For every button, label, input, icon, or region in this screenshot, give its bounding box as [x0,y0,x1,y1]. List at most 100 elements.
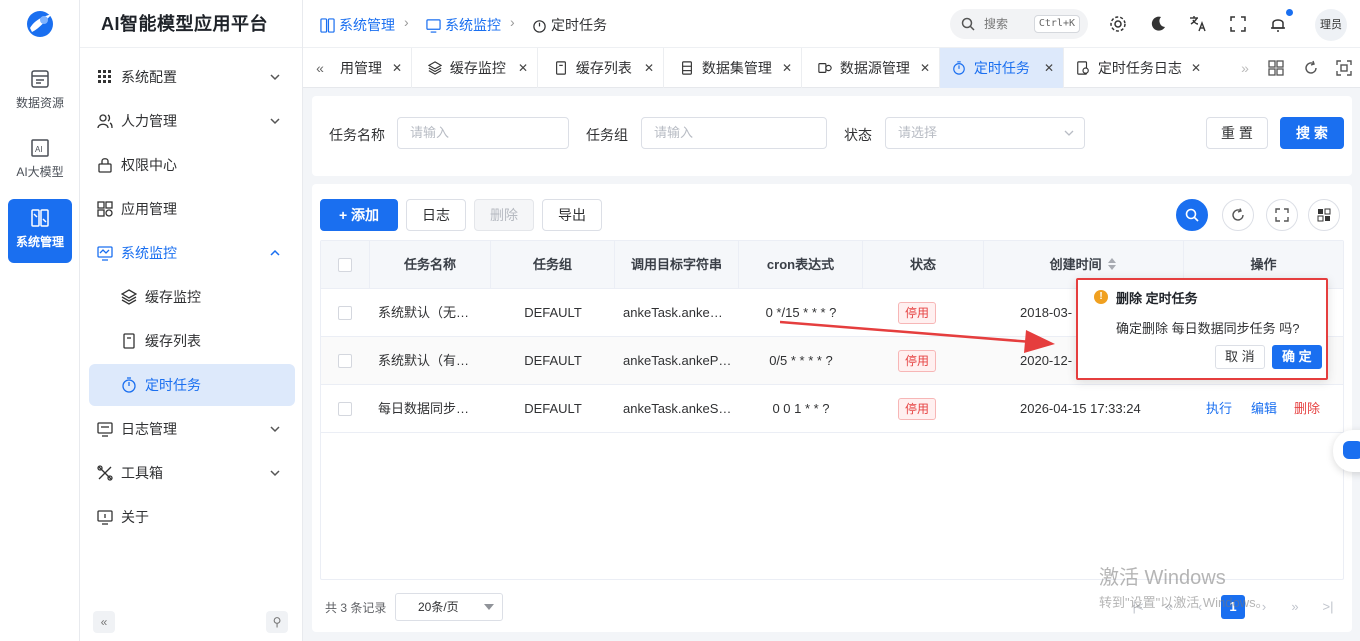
column-settings-button[interactable] [1308,199,1340,231]
close-icon[interactable]: ✕ [518,48,528,88]
last-page-button[interactable]: >| [1316,595,1340,619]
sidebar-item-cache-monitor[interactable]: 缓存监控 [89,276,295,318]
status-badge: 停用 [898,302,937,324]
tab-scheduled-task[interactable]: 定时任务 ✕ [940,48,1064,88]
status-select-placeholder: 请选择 [898,125,938,140]
tab-cache-list[interactable]: 缓存列表 ✕ [542,48,664,88]
add-task-button[interactable]: + 添加 [320,199,398,231]
log-button[interactable]: 日志 [406,199,466,231]
close-icon[interactable]: ✕ [1044,48,1054,88]
maximize-icon[interactable] [1336,60,1352,76]
reset-button[interactable]: 重 置 [1206,117,1268,149]
chevron-down-icon [270,426,280,433]
timer-icon [122,377,136,393]
confirm-button[interactable]: 确 定 [1272,345,1322,369]
sidebar-item-hr[interactable]: 人力管理 [89,100,295,142]
top-bar: 系统管理 › 系统监控 › 定时任务 搜索 Ctrl+K 理员 [303,0,1360,48]
cell-task-group: DEFAULT [524,353,582,368]
pin-icon[interactable]: ⚲ [266,611,288,633]
rail-item-label: 系统管理 [15,235,64,249]
next-group-button[interactable]: » [1283,595,1307,619]
tab-dataset-manage[interactable]: 数据集管理 ✕ [668,48,802,88]
delete-button[interactable]: 删除 [474,199,534,231]
search-button[interactable]: 搜 索 [1280,117,1344,149]
page-1-button[interactable]: 1 [1221,595,1245,619]
sidebar-item-scheduled-task[interactable]: 定时任务 [89,364,295,406]
column-header-label: 创建时间 [1049,257,1102,272]
database-icon [31,70,49,88]
expand-button[interactable] [1266,199,1298,231]
row-checkbox[interactable] [338,354,352,368]
refresh-icon[interactable] [1303,60,1319,76]
tab-label: 用管理 [340,60,382,76]
avatar[interactable]: 理员 [1315,9,1347,41]
row-checkbox[interactable] [338,306,352,320]
delete-task-link[interactable]: 删除 [1294,385,1320,433]
sidebar-item-about[interactable]: 关于 [89,496,295,538]
sidebar-item-label: 定时任务 [145,377,201,393]
rail-item-ai-model[interactable]: AI AI大模型 [8,129,72,193]
moon-icon[interactable] [1148,14,1168,34]
tab-scheduled-task-log[interactable]: 定时任务日志 ✕ [1064,48,1210,88]
sidebar-item-app-manage[interactable]: 应用管理 [89,188,295,230]
sidebar-item-log-manage[interactable]: 日志管理 [89,408,295,450]
task-name-input[interactable]: 请输入 [397,117,569,149]
close-icon[interactable]: ✕ [392,48,402,88]
global-search-button[interactable]: 搜索 Ctrl+K [950,9,1088,39]
breadcrumb-item-monitor[interactable]: 系统监控 [426,15,501,35]
filter-panel: 任务名称 请输入 任务组 请输入 状态 请选择 重 置 搜 索 [312,96,1352,176]
prev-page-button[interactable]: ‹ [1188,595,1212,619]
page-size-select[interactable]: 20条/页 [395,593,503,621]
cancel-button[interactable]: 取 消 [1215,345,1265,369]
app-logo-icon [27,11,53,37]
rail-item-system[interactable]: 系统管理 [8,199,72,263]
close-icon[interactable]: ✕ [782,48,792,88]
collapse-sidebar-button[interactable]: « [93,611,115,633]
status-badge: 停用 [898,398,937,420]
next-page-button[interactable]: › [1252,595,1276,619]
chevron-down-icon [270,74,280,81]
row-checkbox[interactable] [338,402,352,416]
tab-app-manage[interactable]: 用管理 ✕ [328,48,412,88]
timer-icon [953,61,965,75]
tabs-scroll-left-button[interactable]: « [310,58,330,78]
close-icon[interactable]: ✕ [644,48,654,88]
task-table-panel: + 添加 日志 删除 导出 任务名称 任务组 调用目标字符串 cron表达式 状… [312,184,1352,632]
sidebar-item-cache-list[interactable]: 缓存列表 [89,320,295,362]
fullscreen-icon[interactable] [1228,14,1248,34]
tabs-scroll-right-button[interactable]: » [1235,58,1255,78]
column-header: 状态 [863,241,984,289]
sidebar-item-toolbox[interactable]: 工具箱 [89,452,295,494]
breadcrumb-item-system[interactable]: 系统管理 [320,15,395,35]
select-all-checkbox[interactable] [338,258,352,272]
sidebar-item-system-config[interactable]: 系统配置 [89,56,295,98]
document-icon [123,333,135,349]
translate-icon[interactable] [1188,14,1208,34]
document-icon [556,61,566,75]
delete-confirm-popover: ! 删除 定时任务 确定删除 每日数据同步任务 吗? 取 消 确 定 [1076,278,1328,380]
refresh-button[interactable] [1222,199,1254,231]
edit-task-link[interactable]: 编辑 [1251,385,1277,433]
task-group-input[interactable]: 请输入 [641,117,827,149]
first-page-button[interactable]: |< [1126,595,1150,619]
grid-icon[interactable] [1268,60,1284,76]
sidebar-item-permission[interactable]: 权限中心 [89,144,295,186]
prev-group-button[interactable]: « [1157,595,1181,619]
pagination: 共 3 条记录 20条/页 |< « ‹ 1 › » >| [312,592,1352,622]
tab-datasource-manage[interactable]: 数据源管理 ✕ [806,48,940,88]
export-button[interactable]: 导出 [542,199,602,231]
tab-cache-monitor[interactable]: 缓存监控 ✕ [416,48,538,88]
tools-icon [97,465,113,481]
rail-item-data-resources[interactable]: 数据资源 [8,60,72,124]
status-select[interactable]: 请选择 [885,117,1085,149]
rail-item-label: AI大模型 [16,165,64,179]
close-icon[interactable]: ✕ [920,48,930,88]
bell-icon[interactable] [1268,14,1288,34]
run-task-link[interactable]: 执行 [1206,385,1232,433]
close-icon[interactable]: ✕ [1191,48,1201,88]
column-header: cron表达式 [739,241,863,289]
gear-icon[interactable] [1108,14,1128,34]
search-label: 搜索 [984,17,1009,31]
sidebar-item-monitor[interactable]: 系统监控 [89,232,295,274]
toggle-search-button[interactable] [1176,199,1208,231]
